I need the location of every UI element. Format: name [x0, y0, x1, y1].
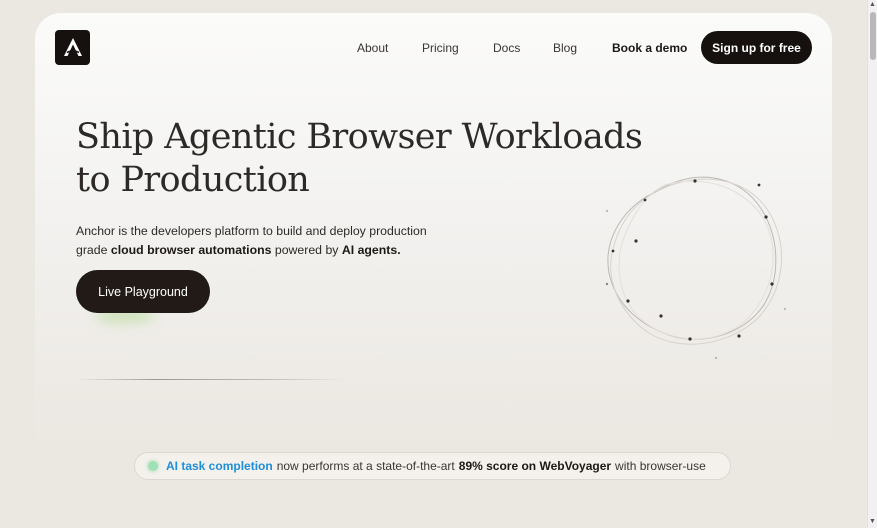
announcement-banner[interactable]: AI task completion now performs at a sta…: [134, 452, 731, 480]
signup-button[interactable]: Sign up for free: [701, 31, 812, 64]
hero-description: Anchor is the developers platform to bui…: [76, 222, 456, 260]
status-dot-icon: [148, 461, 158, 471]
page-scrollbar[interactable]: ▲ ▼: [867, 0, 877, 528]
nav-blog[interactable]: Blog: [553, 41, 577, 55]
nav-docs[interactable]: Docs: [493, 41, 520, 55]
orbit-illustration: [605, 176, 787, 360]
nav-about[interactable]: About: [357, 41, 388, 55]
desc-bold-2: AI agents.: [341, 243, 401, 257]
anchor-logo-icon: [63, 37, 82, 56]
desc-bold-1: cloud browser automations: [110, 243, 272, 257]
anchor-logo[interactable]: [55, 30, 90, 65]
announcement-link[interactable]: AI task completion: [166, 459, 273, 473]
desc-text-2: powered by: [271, 243, 342, 257]
scroll-up-icon[interactable]: ▲: [869, 1, 876, 9]
live-playground-button[interactable]: Live Playground: [76, 270, 210, 313]
announcement-text-2: with browser-use: [615, 459, 706, 473]
hero-title-line1: Ship Agentic Browser Workloads: [76, 117, 643, 157]
nav-pricing[interactable]: Pricing: [422, 41, 459, 55]
book-demo-link[interactable]: Book a demo: [612, 41, 687, 55]
announcement-text-1: now performs at a state-of-the-art: [276, 459, 455, 473]
announcement-score: 89% score on WebVoyager: [458, 459, 612, 473]
hero-card: About Pricing Docs Blog Book a demo Sign…: [35, 13, 832, 453]
scroll-down-icon[interactable]: ▼: [869, 518, 876, 526]
scroll-thumb[interactable]: [870, 12, 876, 60]
hero-divider: [76, 379, 346, 380]
